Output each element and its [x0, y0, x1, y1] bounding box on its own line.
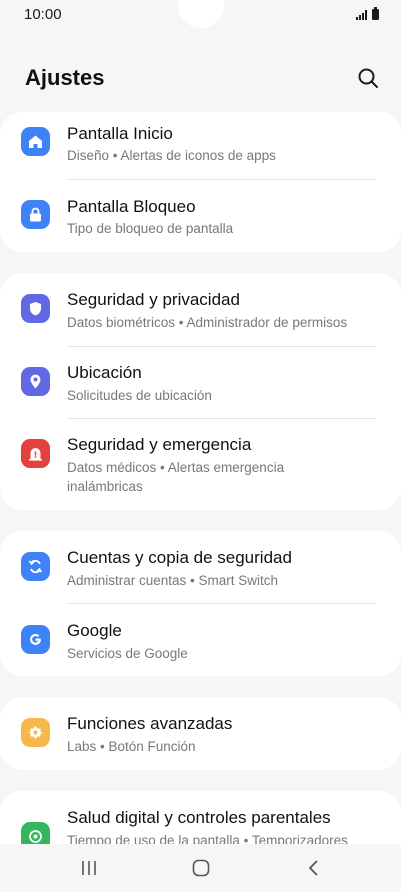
page-header: Ajustes	[0, 55, 401, 101]
setting-label: Ubicación	[67, 363, 142, 382]
setting-description-line2: inalámbricas	[67, 479, 143, 494]
search-button[interactable]	[353, 63, 383, 93]
setting-label: Salud digital y controles parentales	[67, 808, 331, 827]
setting-advanced-features[interactable]: Funciones avanzadas Labs • Botón Función	[0, 697, 401, 770]
status-bar: 10:00	[0, 0, 401, 32]
sync-icon	[21, 552, 50, 581]
home-circle-icon	[192, 859, 210, 877]
setting-description: Solicitudes de ubicación	[67, 388, 212, 403]
signal-icon	[356, 10, 367, 20]
system-icons	[356, 7, 379, 20]
setting-description: Tipo de bloqueo de pantalla	[67, 221, 234, 236]
back-icon	[308, 860, 318, 876]
navigation-bar	[0, 844, 401, 892]
setting-google[interactable]: Google Servicios de Google	[0, 604, 401, 676]
setting-accounts-backup[interactable]: Cuentas y copia de seguridad Administrar…	[0, 531, 401, 603]
battery-icon	[372, 7, 379, 20]
advanced-features-icon	[21, 718, 50, 747]
settings-group-advanced: Funciones avanzadas Labs • Botón Función	[0, 697, 401, 770]
setting-safety-emergency[interactable]: Seguridad y emergencia Datos médicos • A…	[0, 418, 401, 510]
shield-icon	[21, 294, 50, 323]
recents-button[interactable]	[69, 856, 109, 880]
emergency-icon	[21, 439, 50, 468]
setting-security-privacy[interactable]: Seguridad y privacidad Datos biométricos…	[0, 273, 401, 345]
setting-description: Datos biométricos • Administrador de per…	[67, 315, 348, 330]
back-button[interactable]	[294, 856, 334, 880]
lock-icon	[21, 200, 50, 229]
search-icon	[358, 68, 378, 88]
setting-label: Google	[67, 621, 122, 640]
home-button[interactable]	[181, 856, 221, 880]
setting-home-screen[interactable]: Pantalla Inicio Diseño • Alertas de icon…	[0, 112, 401, 182]
clock: 10:00	[24, 6, 62, 23]
setting-label: Pantalla Inicio	[67, 124, 173, 143]
setting-description: Administrar cuentas • Smart Switch	[67, 573, 279, 588]
setting-label: Seguridad y emergencia	[67, 435, 252, 454]
settings-group-screens: Pantalla Inicio Diseño • Alertas de icon…	[0, 112, 401, 252]
settings-group-accounts: Cuentas y copia de seguridad Administrar…	[0, 531, 401, 676]
recents-icon	[82, 861, 96, 875]
setting-location[interactable]: Ubicación Solicitudes de ubicación	[0, 346, 401, 418]
setting-label: Cuentas y copia de seguridad	[67, 548, 292, 567]
divider	[67, 179, 376, 180]
settings-group-security: Seguridad y privacidad Datos biométricos…	[0, 273, 401, 510]
setting-label: Pantalla Bloqueo	[67, 197, 196, 216]
setting-description: Diseño • Alertas de iconos de apps	[67, 148, 276, 163]
setting-label: Funciones avanzadas	[67, 714, 233, 733]
location-pin-icon	[21, 367, 50, 396]
camera-notch	[178, 0, 224, 28]
setting-lock-screen[interactable]: Pantalla Bloqueo Tipo de bloqueo de pant…	[0, 182, 401, 252]
setting-label: Seguridad y privacidad	[67, 290, 240, 309]
setting-description: Servicios de Google	[67, 646, 188, 661]
home-icon	[21, 127, 50, 156]
setting-description: Datos médicos • Alertas emergencia	[67, 460, 285, 475]
page-title: Ajustes	[25, 65, 105, 90]
google-icon	[21, 625, 50, 654]
setting-description: Labs • Botón Función	[67, 739, 196, 754]
